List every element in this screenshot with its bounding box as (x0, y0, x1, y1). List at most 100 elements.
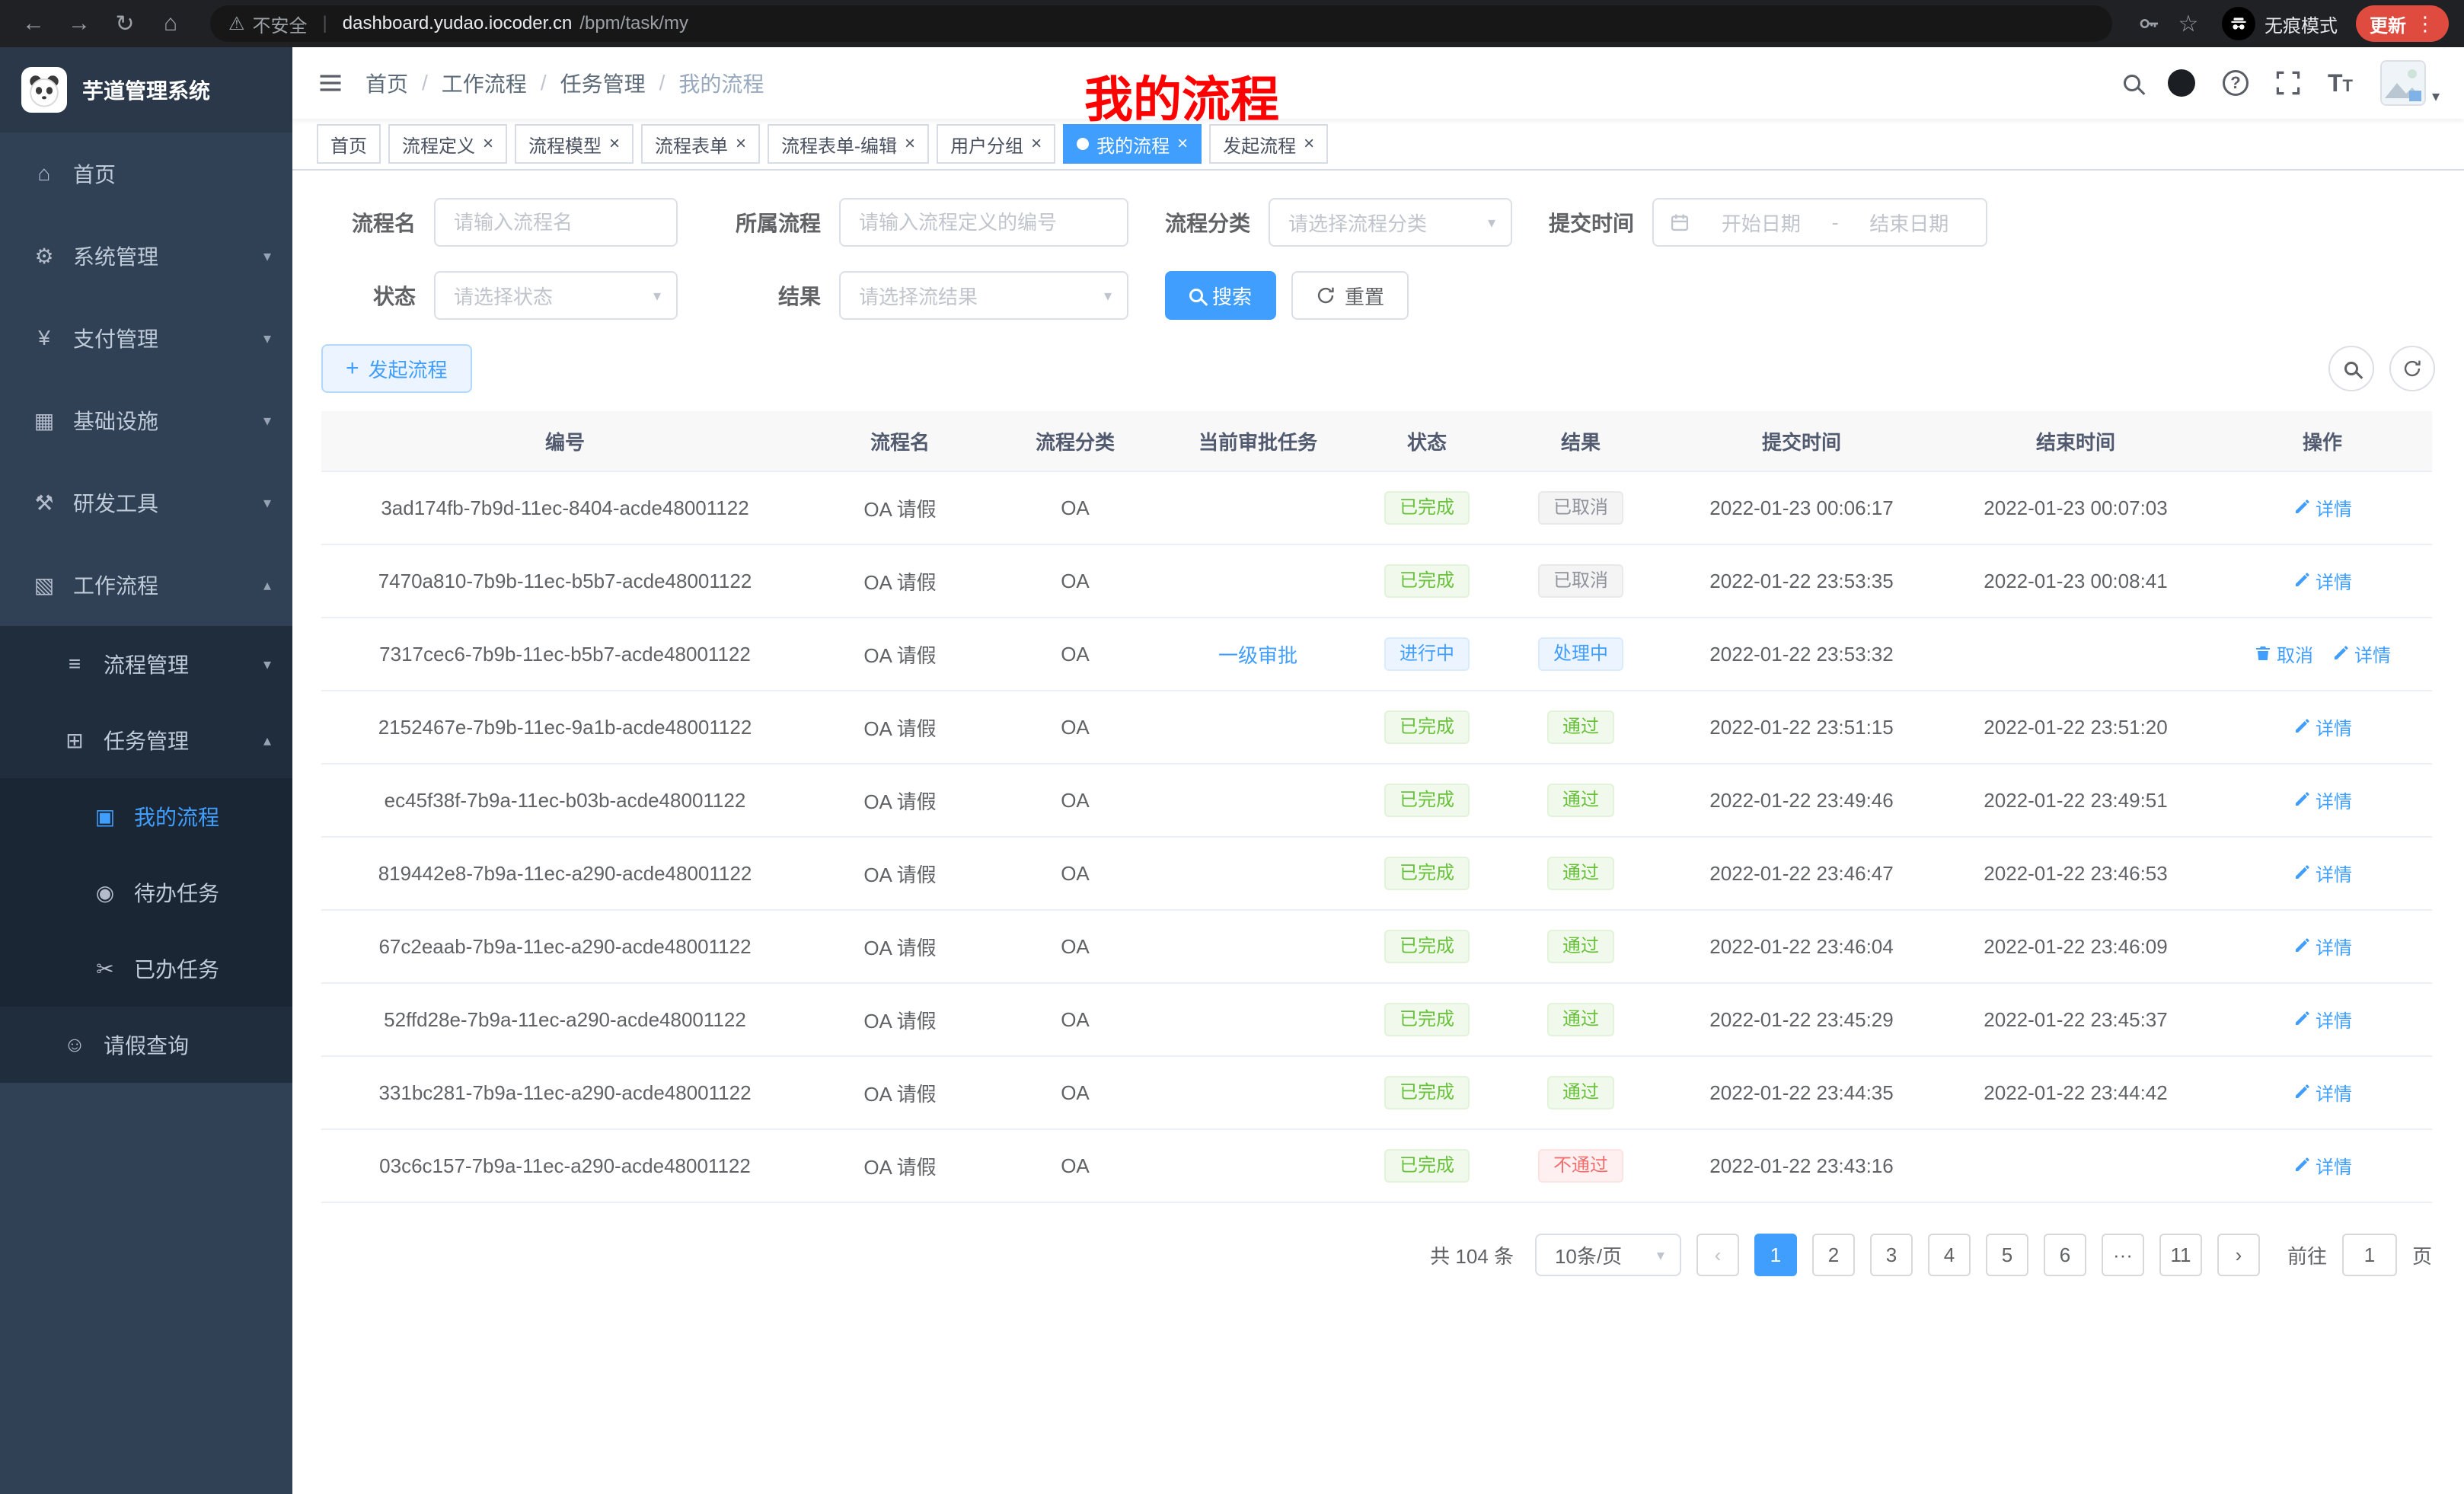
detail-action-link[interactable]: 详情 (2293, 860, 2352, 886)
tab-close-icon[interactable]: × (483, 135, 493, 153)
user-menu[interactable]: ▾ (2380, 60, 2440, 106)
cell-name: OA 请假 (809, 567, 991, 595)
tab-close-icon[interactable]: × (905, 135, 915, 153)
cell-end-time: 2022-01-23 00:08:41 (1939, 570, 2213, 593)
sidebar-item-home[interactable]: ⌂首页 (0, 132, 292, 215)
tab-close-icon[interactable]: × (609, 135, 620, 153)
sidebar-item-infrastructure[interactable]: ▦基础设施▾ (0, 379, 292, 461)
search-icon[interactable] (2124, 75, 2140, 91)
sidebar-item-process-manage[interactable]: ≡流程管理▾ (0, 626, 292, 702)
hamburger-icon[interactable] (317, 69, 344, 97)
page-button[interactable]: 1 (1754, 1234, 1797, 1276)
tab-item[interactable]: 首页 (317, 124, 381, 164)
page-button[interactable]: 4 (1928, 1234, 1971, 1276)
process-name-input[interactable] (434, 198, 678, 247)
column-header: 状态 (1357, 427, 1497, 455)
owner-process-input[interactable] (839, 198, 1128, 247)
cancel-action-link[interactable]: 取消 (2254, 640, 2313, 667)
task-link[interactable]: 一级审批 (1218, 644, 1297, 667)
sidebar-item-todo-task[interactable]: ◉待办任务 (0, 854, 292, 931)
search-button[interactable]: 搜索 (1165, 271, 1276, 320)
date-range-picker[interactable]: 开始日期 - 结束日期 (1652, 198, 1987, 247)
result-select[interactable]: 请选择流结果 ▾ (839, 271, 1128, 320)
detail-action-link[interactable]: 详情 (2332, 640, 2391, 667)
tab-label: 发起流程 (1223, 131, 1296, 158)
sidebar-item-gear[interactable]: ⚙系统管理▾ (0, 215, 292, 297)
detail-action-link[interactable]: 详情 (2293, 1152, 2352, 1179)
tab-item[interactable]: 流程表单-编辑× (768, 124, 929, 164)
result-badge: 不通过 (1538, 1149, 1623, 1183)
prev-page-button[interactable]: ‹ (1696, 1234, 1739, 1276)
sidebar-item-leave-query[interactable]: ☺请假查询 (0, 1007, 292, 1083)
status-select[interactable]: 请选择状态 ▾ (434, 271, 678, 320)
next-page-button[interactable]: › (2217, 1234, 2260, 1276)
filter-row-1: 流程名 所属流程 流程分类 请选择流程分类 ▾ 提交时间 (321, 198, 2435, 247)
browser-home-icon[interactable]: ⌂ (152, 11, 189, 37)
page-ellipsis[interactable]: ··· (2102, 1234, 2144, 1276)
browser-menu-icon[interactable]: ⋮ (2415, 12, 2435, 36)
tab-item[interactable]: 流程模型× (515, 124, 634, 164)
refresh-table-button[interactable] (2389, 346, 2435, 391)
tab-close-icon[interactable]: × (736, 135, 746, 153)
tab-item[interactable]: 流程定义× (388, 124, 507, 164)
breadcrumb-item[interactable]: 任务管理 (560, 68, 646, 98)
breadcrumb-item[interactable]: 工作流程 (442, 68, 527, 98)
detail-action-link[interactable]: 详情 (2293, 787, 2352, 813)
github-icon[interactable] (2168, 69, 2195, 97)
tab-item[interactable]: 用户分组× (937, 124, 1055, 164)
cell-id: 52ffd28e-7b9a-11ec-a290-acde48001122 (321, 1008, 809, 1032)
table-row: ec45f38f-7b9a-11ec-b03b-acde48001122OA 请… (321, 765, 2432, 838)
address-bar[interactable]: ⚠ 不安全 | dashboard.yudao.iocoder.cn/bpm/t… (210, 5, 2112, 42)
cell-result: 通过 (1497, 930, 1664, 963)
column-header: 提交时间 (1664, 427, 1939, 455)
sidebar-item-done-task[interactable]: ✂已办任务 (0, 931, 292, 1007)
detail-action-link[interactable]: 详情 (2293, 933, 2352, 959)
tab-close-icon[interactable]: × (1177, 135, 1188, 153)
avatar[interactable] (2380, 60, 2426, 106)
create-process-button[interactable]: + 发起流程 (321, 344, 472, 393)
table-row: 7470a810-7b9b-11ec-b5b7-acde48001122OA 请… (321, 545, 2432, 618)
fullscreen-icon[interactable] (2276, 71, 2300, 95)
cell-id: 2152467e-7b9b-11ec-9a1b-acde48001122 (321, 716, 809, 739)
cell-submit-time: 2022-01-22 23:53:35 (1664, 570, 1939, 593)
detail-action-link[interactable]: 详情 (2293, 713, 2352, 740)
toggle-search-button[interactable] (2328, 346, 2374, 391)
sidebar-item-devtools[interactable]: ⚒研发工具▾ (0, 461, 292, 544)
forward-icon[interactable]: → (61, 11, 97, 37)
update-button[interactable]: 更新 ⋮ (2356, 5, 2449, 42)
reload-icon[interactable]: ↻ (107, 11, 143, 37)
chevron-down-icon: ▾ (2432, 87, 2440, 106)
sidebar-logo[interactable]: 芋道管理系统 (0, 47, 292, 132)
category-select[interactable]: 请选择流程分类 ▾ (1269, 198, 1512, 247)
sidebar-item-task-manage[interactable]: ⊞任务管理▴ (0, 702, 292, 778)
font-size-icon[interactable]: TT (2328, 69, 2353, 97)
page-button[interactable]: 2 (1812, 1234, 1855, 1276)
page-button[interactable]: 5 (1986, 1234, 2028, 1276)
password-key-icon[interactable] (2134, 11, 2164, 36)
breadcrumb-item[interactable]: 首页 (365, 68, 408, 98)
page-button[interactable]: 11 (2159, 1234, 2202, 1276)
page-button[interactable]: 6 (2044, 1234, 2086, 1276)
bookmark-star-icon[interactable]: ☆ (2173, 11, 2204, 37)
detail-action-link[interactable]: 详情 (2293, 494, 2352, 521)
tab-item[interactable]: 流程表单× (641, 124, 760, 164)
page-button[interactable]: 3 (1870, 1234, 1913, 1276)
detail-action-link[interactable]: 详情 (2293, 1006, 2352, 1033)
detail-action-link[interactable]: 详情 (2293, 1079, 2352, 1106)
chevron-down-icon: ▾ (263, 655, 271, 674)
help-icon[interactable]: ? (2223, 70, 2249, 96)
result-badge: 通过 (1547, 1003, 1614, 1036)
tab-close-icon[interactable]: × (1031, 135, 1042, 153)
table-body: 3ad174fb-7b9d-11ec-8404-acde48001122OA 请… (321, 472, 2432, 1203)
annotation-title: 我的流程 (1084, 61, 1279, 131)
detail-action-link[interactable]: 详情 (2293, 567, 2352, 594)
reset-button[interactable]: 重置 (1291, 271, 1409, 320)
sidebar-item-workflow[interactable]: ▧工作流程▴ (0, 544, 292, 626)
page-size-select[interactable]: 10条/页 ▾ (1535, 1234, 1681, 1276)
back-icon[interactable]: ← (15, 11, 52, 37)
tab-close-icon[interactable]: × (1304, 135, 1314, 153)
logo-panda-icon (21, 67, 67, 113)
jump-page-input[interactable] (2342, 1234, 2397, 1276)
sidebar-item-my-process[interactable]: ▣我的流程 (0, 778, 292, 854)
sidebar-item-payment[interactable]: ¥支付管理▾ (0, 297, 292, 379)
